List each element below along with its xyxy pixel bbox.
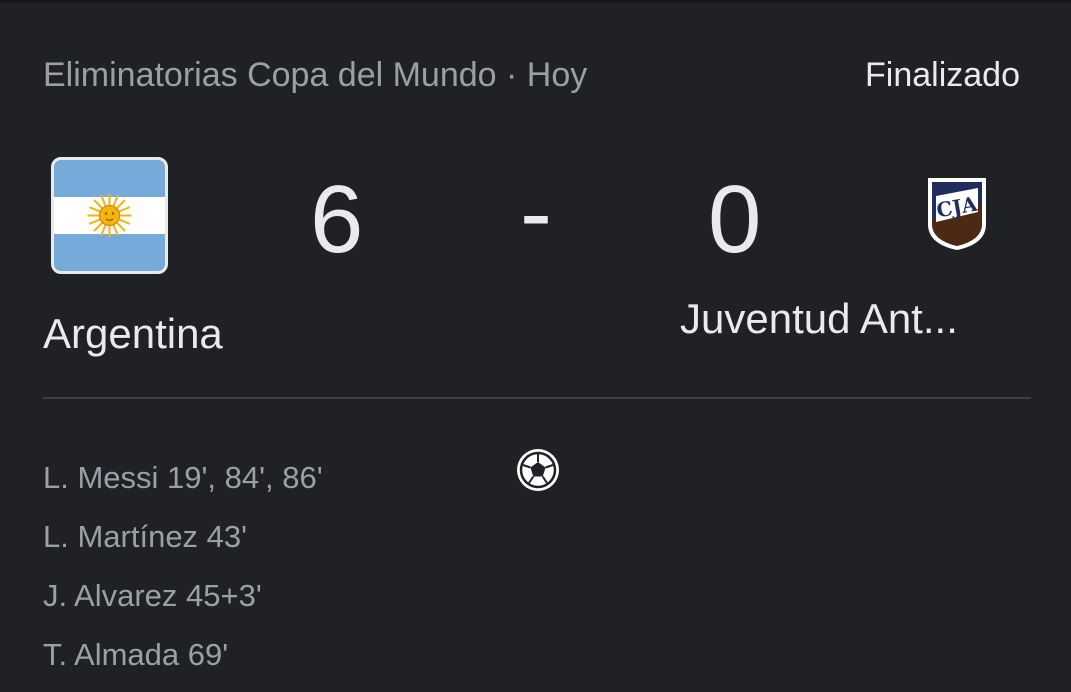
- competition-label[interactable]: Eliminatorias Copa del Mundo · Hoy: [43, 56, 587, 95]
- home-scorers-list: L. Messi 19', 84', 86' L. Martínez 43' J…: [43, 448, 323, 684]
- scorer-item: L. Martínez 43': [43, 519, 248, 554]
- soccer-ball-icon: [515, 447, 561, 493]
- home-team-name[interactable]: Argentina: [43, 310, 223, 358]
- argentina-flag-icon[interactable]: [51, 157, 168, 274]
- score-separator: -: [520, 159, 552, 266]
- away-score: 0: [708, 166, 762, 273]
- scorer-item: L. Messi 19', 84', 86': [43, 460, 323, 495]
- divider: [43, 397, 1031, 399]
- scorer-item: T. Almada 69': [43, 637, 229, 672]
- cja-crest-icon[interactable]: CJA: [922, 172, 992, 252]
- scorer-item: J. Alvarez 45+3': [43, 578, 262, 613]
- away-team-name[interactable]: Juventud Ant...: [680, 295, 958, 343]
- home-score: 6: [310, 166, 364, 273]
- match-status: Finalizado: [865, 56, 1020, 94]
- top-edge: [0, 0, 1071, 3]
